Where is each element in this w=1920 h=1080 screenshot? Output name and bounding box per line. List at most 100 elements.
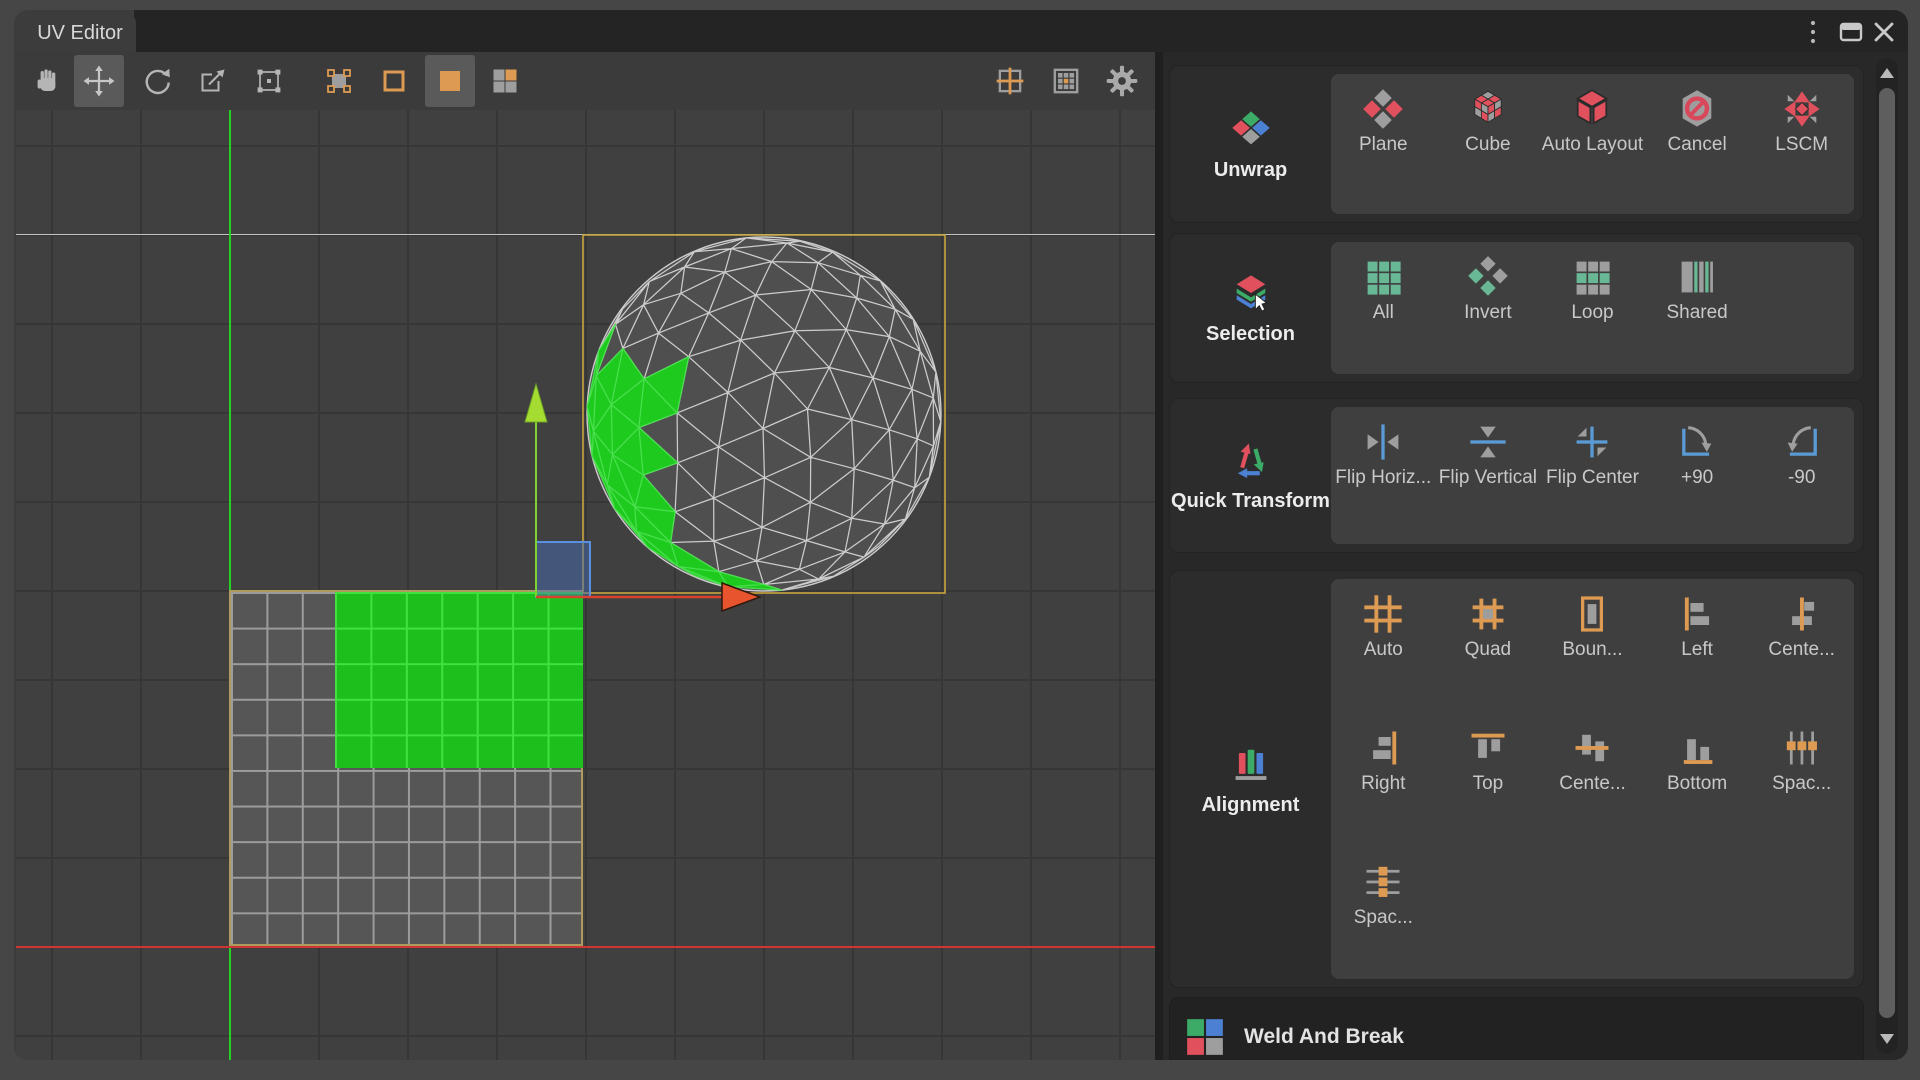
align-bounds-icon bbox=[1570, 592, 1614, 636]
lscm-button[interactable]: LSCM bbox=[1749, 74, 1854, 214]
section-quick-transform: Quick Transform Flip Horiz... Flip Verti… bbox=[1169, 398, 1864, 553]
plane-button[interactable]: Plane bbox=[1331, 74, 1436, 214]
section-unwrap: Unwrap Plane bbox=[1169, 65, 1864, 223]
align-quad-icon bbox=[1466, 592, 1510, 636]
select-all-button[interactable]: All bbox=[1331, 242, 1436, 374]
cancel-button[interactable]: Cancel bbox=[1645, 74, 1750, 214]
rotate-plus-90-button[interactable]: +90 bbox=[1645, 407, 1750, 544]
section-weld-and-break[interactable]: Weld And Break bbox=[1169, 997, 1864, 1060]
align-center-horizontal-icon bbox=[1570, 726, 1614, 770]
align-center-vertical-button[interactable]: Cente... bbox=[1749, 579, 1854, 713]
window-title: UV Editor bbox=[37, 22, 123, 45]
tab-uv-editor[interactable]: UV Editor bbox=[24, 14, 136, 52]
close-icon bbox=[1873, 21, 1895, 43]
scroll-up-arrow[interactable] bbox=[1880, 68, 1894, 78]
vertex-select-icon bbox=[324, 66, 354, 96]
move-tool-button[interactable] bbox=[74, 55, 124, 107]
selection-icon bbox=[1229, 271, 1273, 315]
align-right-button[interactable]: Right bbox=[1331, 713, 1436, 847]
weld-and-break-icon bbox=[1184, 1016, 1226, 1058]
section-selection: Selection All Invert bbox=[1169, 233, 1864, 383]
title-bar bbox=[134, 10, 1908, 52]
rotate-minus-90-icon bbox=[1780, 420, 1824, 464]
gizmo-y-arrowhead bbox=[525, 384, 547, 422]
gizmo-plane-handle[interactable] bbox=[536, 542, 590, 597]
uv-canvas[interactable] bbox=[16, 110, 1155, 1060]
alignment-section-header[interactable]: Alignment bbox=[1170, 571, 1331, 987]
align-bounds-button[interactable]: Boun... bbox=[1540, 579, 1645, 713]
quick-transform-icon bbox=[1229, 438, 1273, 482]
section-label: Quick Transform bbox=[1171, 490, 1330, 513]
quick-transform-section-header[interactable]: Quick Transform bbox=[1170, 399, 1331, 552]
panel-divider[interactable] bbox=[1155, 52, 1163, 1060]
auto-layout-button[interactable]: Auto Layout bbox=[1540, 74, 1645, 214]
align-bottom-button[interactable]: Bottom bbox=[1645, 713, 1750, 847]
island-select-button[interactable] bbox=[480, 55, 530, 107]
align-top-button[interactable]: Top bbox=[1436, 713, 1541, 847]
cube-button[interactable]: Cube bbox=[1436, 74, 1541, 214]
panel-scrollbar[interactable] bbox=[1876, 58, 1898, 1054]
flip-center-button[interactable]: Flip Center bbox=[1540, 407, 1645, 544]
align-center-vertical-icon bbox=[1780, 592, 1824, 636]
island-select-icon bbox=[490, 66, 520, 96]
screen: UV Editor bbox=[0, 0, 1920, 1080]
align-quad-button[interactable]: Quad bbox=[1436, 579, 1541, 713]
box-select-icon bbox=[254, 66, 284, 96]
spacing-horizontal-icon bbox=[1780, 726, 1824, 770]
cancel-icon bbox=[1675, 87, 1719, 131]
alignment-icon bbox=[1229, 742, 1273, 786]
align-left-button[interactable]: Left bbox=[1645, 579, 1750, 713]
spacing-vertical-button[interactable]: Spac... bbox=[1331, 847, 1436, 981]
section-label: Alignment bbox=[1202, 794, 1300, 817]
flip-vertical-icon bbox=[1466, 420, 1510, 464]
face-select-button[interactable] bbox=[425, 55, 475, 107]
gear-icon bbox=[1105, 64, 1139, 98]
maximize-button[interactable] bbox=[1837, 18, 1865, 46]
selection-section-header[interactable]: Selection bbox=[1170, 234, 1331, 382]
rotate-plus-90-icon bbox=[1675, 420, 1719, 464]
canvas-toolbar bbox=[16, 52, 1155, 110]
snap-pixel-button[interactable] bbox=[985, 55, 1035, 107]
pan-tool-button[interactable] bbox=[22, 55, 72, 107]
rotate-tool-button[interactable] bbox=[132, 55, 182, 107]
align-auto-button[interactable]: Auto bbox=[1331, 579, 1436, 713]
face-select-icon bbox=[435, 66, 465, 96]
rotate-icon bbox=[141, 65, 173, 97]
move-icon bbox=[83, 65, 115, 97]
weld-and-break-label: Weld And Break bbox=[1244, 1025, 1404, 1049]
section-label: Unwrap bbox=[1214, 159, 1287, 182]
uv-editor-window: UV Editor bbox=[14, 10, 1908, 1060]
select-invert-button[interactable]: Invert bbox=[1436, 242, 1541, 374]
scale-tool-button[interactable] bbox=[188, 55, 238, 107]
close-button[interactable] bbox=[1870, 18, 1898, 46]
auto-layout-icon bbox=[1570, 87, 1614, 131]
hand-icon bbox=[32, 66, 62, 96]
scrollbar-thumb[interactable] bbox=[1879, 88, 1895, 1018]
flip-center-icon bbox=[1570, 420, 1614, 464]
select-shared-button[interactable]: Shared bbox=[1645, 242, 1750, 374]
align-bottom-icon bbox=[1675, 726, 1719, 770]
snap-grid-button[interactable] bbox=[1041, 55, 1091, 107]
align-top-icon bbox=[1466, 726, 1510, 770]
edge-select-button[interactable] bbox=[369, 55, 419, 107]
align-right-icon bbox=[1361, 726, 1405, 770]
snap-pixel-icon bbox=[994, 65, 1026, 97]
flip-vertical-button[interactable]: Flip Vertical bbox=[1436, 407, 1541, 544]
snap-grid-icon bbox=[1050, 65, 1082, 97]
vertex-select-button[interactable] bbox=[314, 55, 364, 107]
edge-select-icon bbox=[379, 66, 409, 96]
sphere-uv-mesh[interactable] bbox=[587, 237, 941, 591]
box-select-tool-button[interactable] bbox=[244, 55, 294, 107]
flip-horizontal-button[interactable]: Flip Horiz... bbox=[1331, 407, 1436, 544]
kebab-menu-button[interactable] bbox=[1799, 18, 1827, 46]
align-left-icon bbox=[1675, 592, 1719, 636]
plane-icon bbox=[1361, 87, 1405, 131]
scroll-down-arrow[interactable] bbox=[1880, 1034, 1894, 1044]
settings-button[interactable] bbox=[1097, 55, 1147, 107]
align-center-horizontal-button[interactable]: Cente... bbox=[1540, 713, 1645, 847]
unwrap-section-header[interactable]: Unwrap bbox=[1170, 66, 1331, 222]
rotate-minus-90-button[interactable]: -90 bbox=[1749, 407, 1854, 544]
select-loop-button[interactable]: Loop bbox=[1540, 242, 1645, 374]
spacing-horizontal-button[interactable]: Spac... bbox=[1749, 713, 1854, 847]
cube-icon bbox=[1466, 87, 1510, 131]
